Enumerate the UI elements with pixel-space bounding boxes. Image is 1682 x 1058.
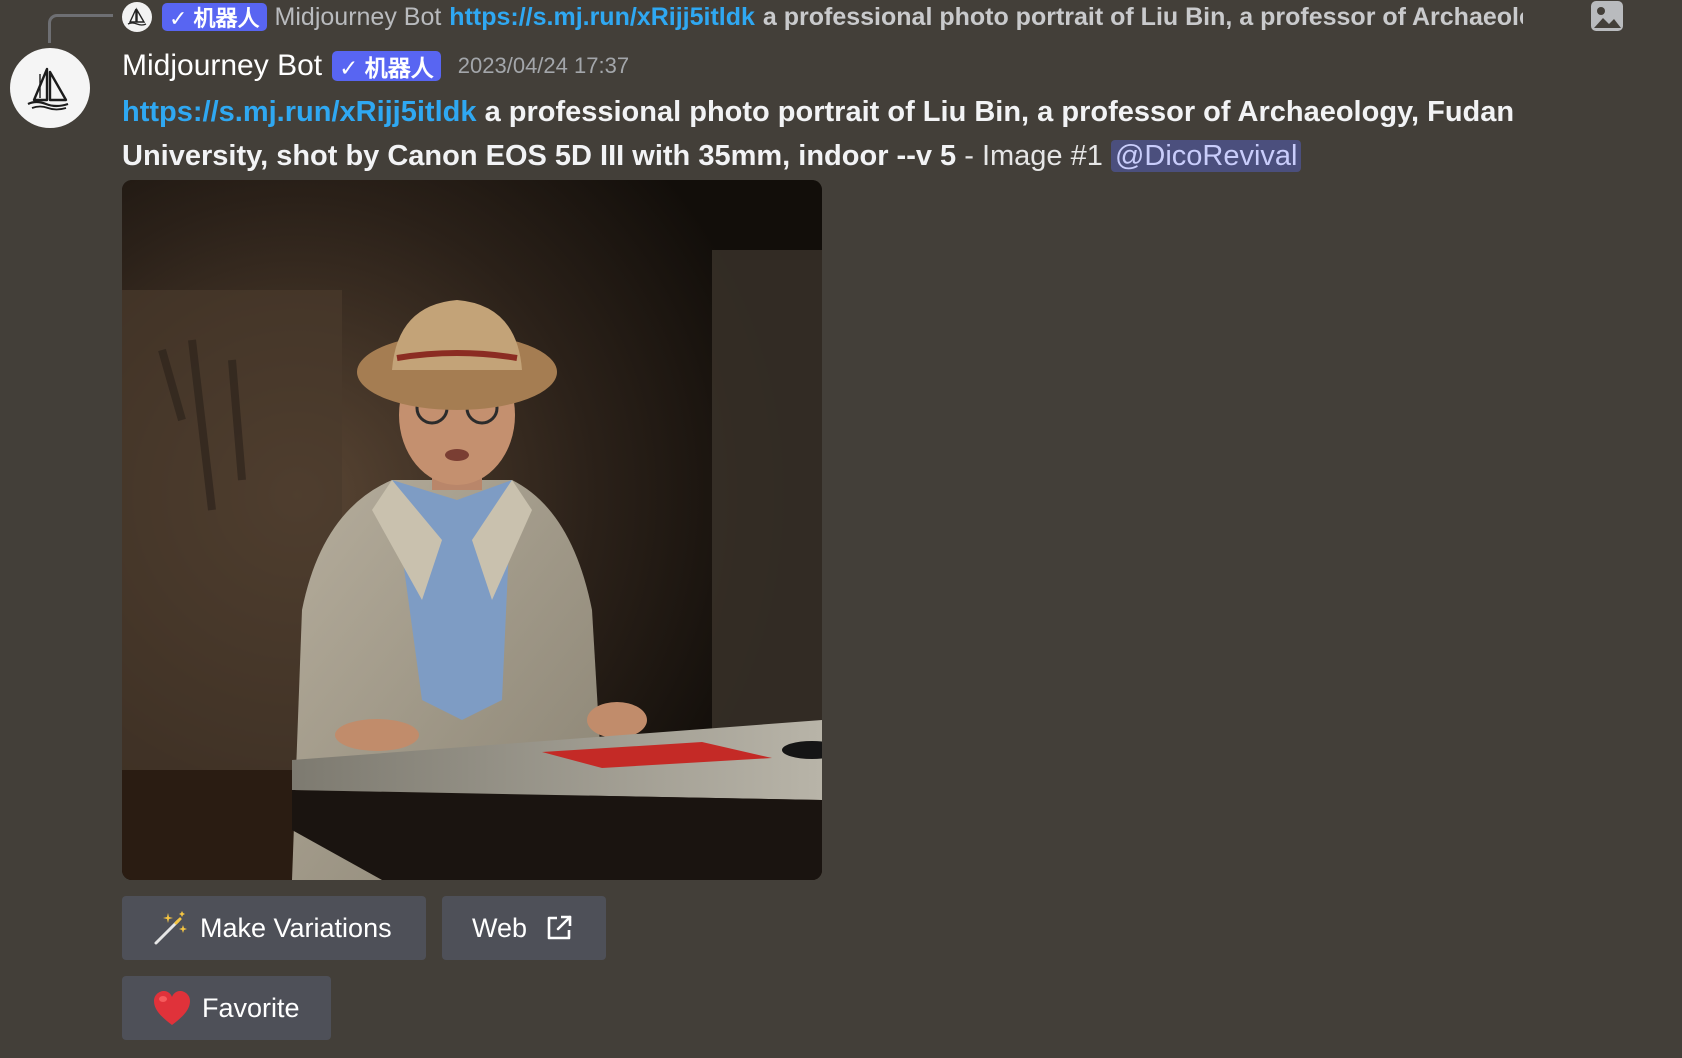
discord-message-view: ✓ 机器人 Midjourney Bot https://s.mj.run/xR… — [0, 0, 1682, 1058]
heart-icon — [154, 991, 190, 1025]
favorite-label: Favorite — [202, 992, 300, 1023]
reply-link[interactable]: https://s.mj.run/xRijj5itldk — [449, 3, 755, 32]
avatar[interactable] — [10, 48, 90, 128]
magic-wand-icon — [154, 911, 187, 945]
reply-reference[interactable]: ✓ 机器人 Midjourney Bot https://s.mj.run/xR… — [122, 0, 1632, 34]
generated-image[interactable] — [122, 180, 822, 880]
web-button[interactable]: Web — [442, 896, 606, 960]
bot-badge: ✓ 机器人 — [332, 51, 441, 81]
make-variations-button[interactable]: Make Variations — [122, 896, 426, 960]
make-variations-label: Make Variations — [200, 912, 392, 943]
message-header: Midjourney Bot ✓ 机器人 2023/04/24 17:37 — [122, 46, 629, 86]
external-link-icon — [547, 915, 572, 940]
favorite-button[interactable]: Favorite — [122, 976, 331, 1040]
reply-text: a professional photo portrait of Liu Bin… — [762, 2, 1523, 31]
reply-spine — [48, 14, 113, 43]
reply-connector — [48, 0, 118, 43]
bot-badge: ✓ 机器人 — [162, 3, 267, 31]
image-icon[interactable] — [1590, 0, 1624, 32]
sailboat-icon — [27, 67, 69, 111]
image-index: - Image #1 — [964, 140, 1103, 172]
reply-author[interactable]: Midjourney Bot — [275, 3, 442, 32]
user-mention[interactable]: @DicoRevival — [1110, 140, 1302, 172]
sailboat-icon — [122, 2, 152, 32]
message-content: https://s.mj.run/xRijj5itldk a professio… — [122, 90, 1652, 178]
web-label: Web — [472, 912, 528, 943]
prompt-link[interactable]: https://s.mj.run/xRijj5itldk — [122, 96, 477, 128]
timestamp[interactable]: 2023/04/24 17:37 — [458, 53, 629, 79]
author-name[interactable]: Midjourney Bot — [122, 49, 322, 83]
portrait-photo — [122, 180, 822, 880]
